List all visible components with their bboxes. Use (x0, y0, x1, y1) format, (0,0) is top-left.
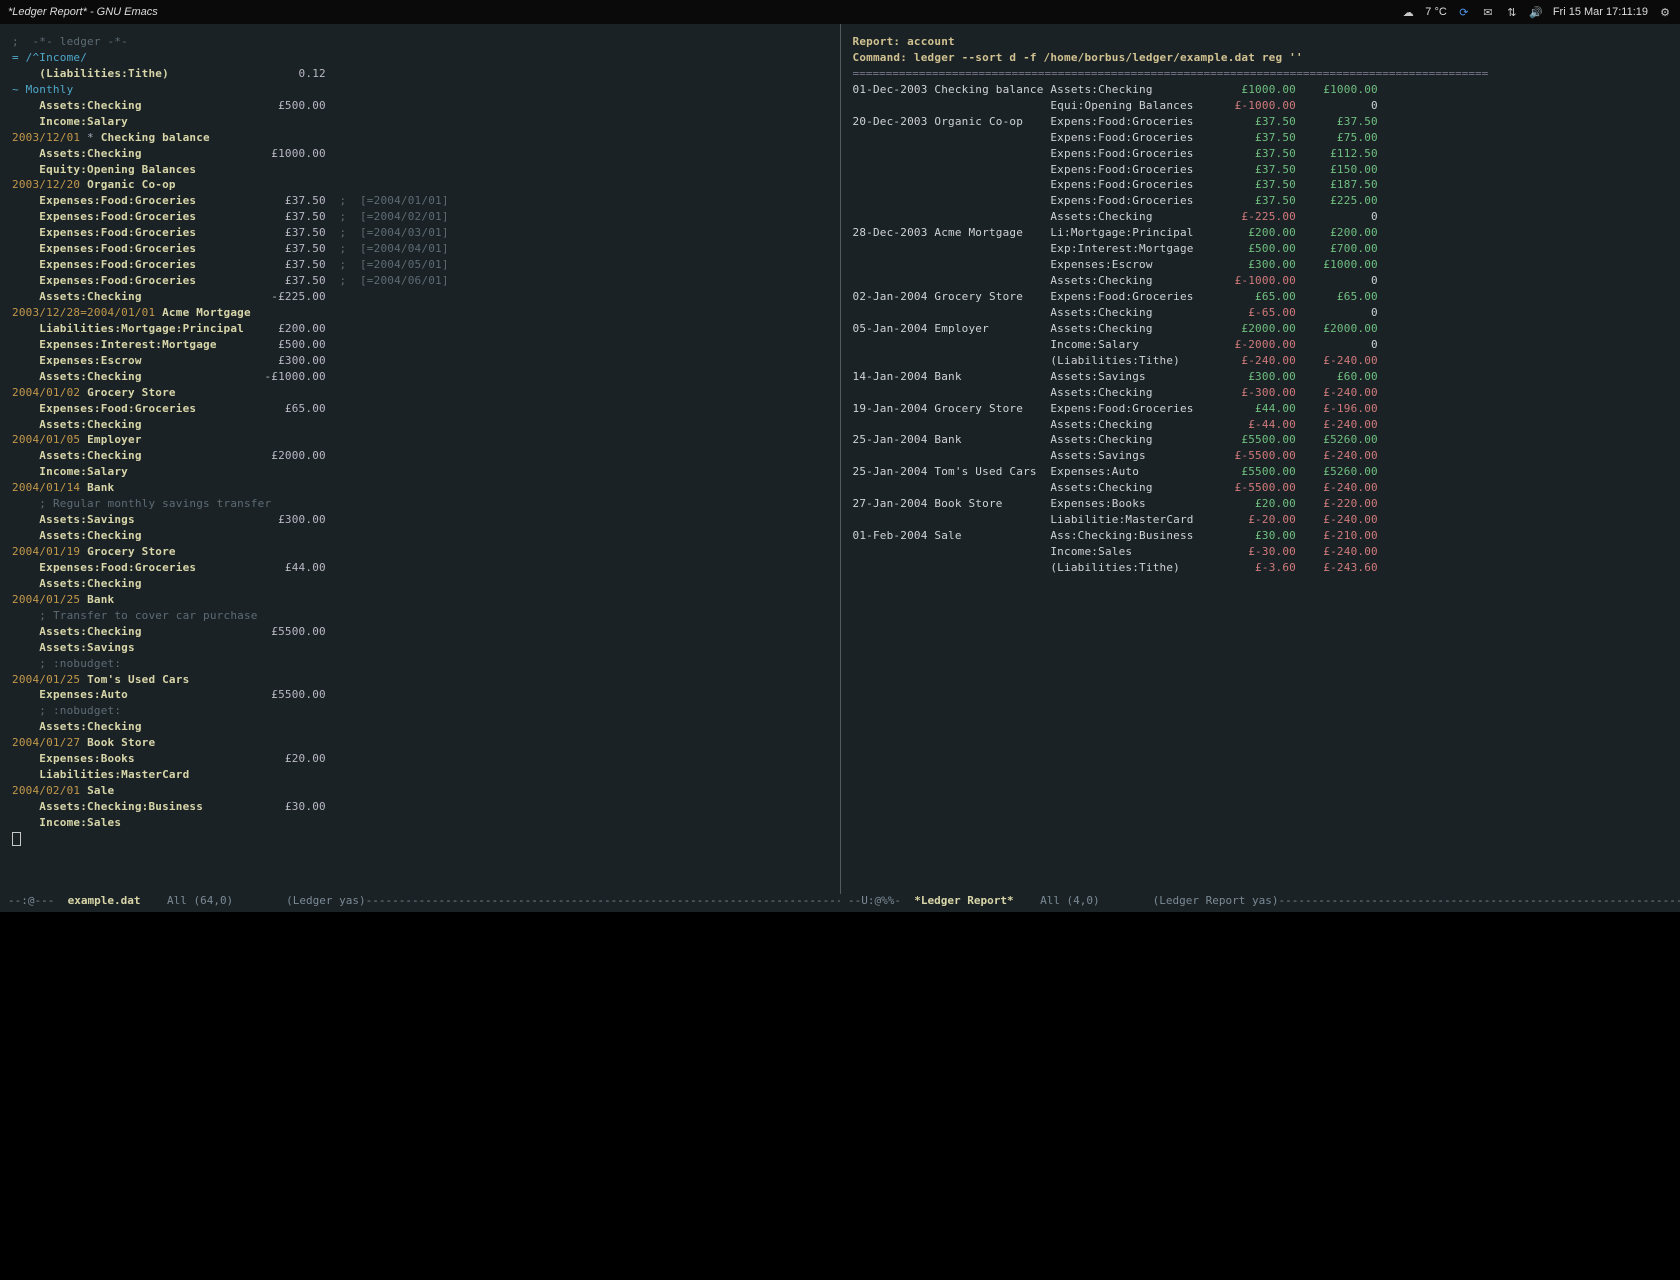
settings-icon[interactable]: ⚙ (1658, 5, 1672, 19)
refresh-icon[interactable]: ⟳ (1457, 5, 1471, 19)
window-titlebar: *Ledger Report* - GNU Emacs ☁ 7 °C ⟳ ✉ ⇅… (0, 0, 1680, 24)
desktop-background (0, 912, 1680, 1280)
volume-icon[interactable]: 🔊 (1529, 5, 1543, 19)
clock: Fri 15 Mar 17:11:19 (1553, 6, 1648, 18)
modeline-left: --:@--- example.dat All (64,0) (Ledger y… (0, 894, 840, 912)
network-icon[interactable]: ⇅ (1505, 5, 1519, 19)
system-tray: ☁ 7 °C ⟳ ✉ ⇅ 🔊 Fri 15 Mar 17:11:19 ⚙ (1401, 5, 1672, 19)
ledger-report-buffer[interactable]: Report: accountCommand: ledger --sort d … (841, 24, 1680, 894)
window-title: *Ledger Report* - GNU Emacs (8, 6, 158, 18)
modeline-right: --U:@%%- *Ledger Report* All (4,0) (Ledg… (840, 894, 1680, 912)
weather-icon: ☁ (1401, 5, 1415, 19)
ledger-source-buffer[interactable]: ; -*- ledger -*-= /^Income/ (Liabilities… (0, 24, 841, 894)
mail-icon[interactable]: ✉ (1481, 5, 1495, 19)
weather-text: 7 °C (1425, 6, 1447, 18)
